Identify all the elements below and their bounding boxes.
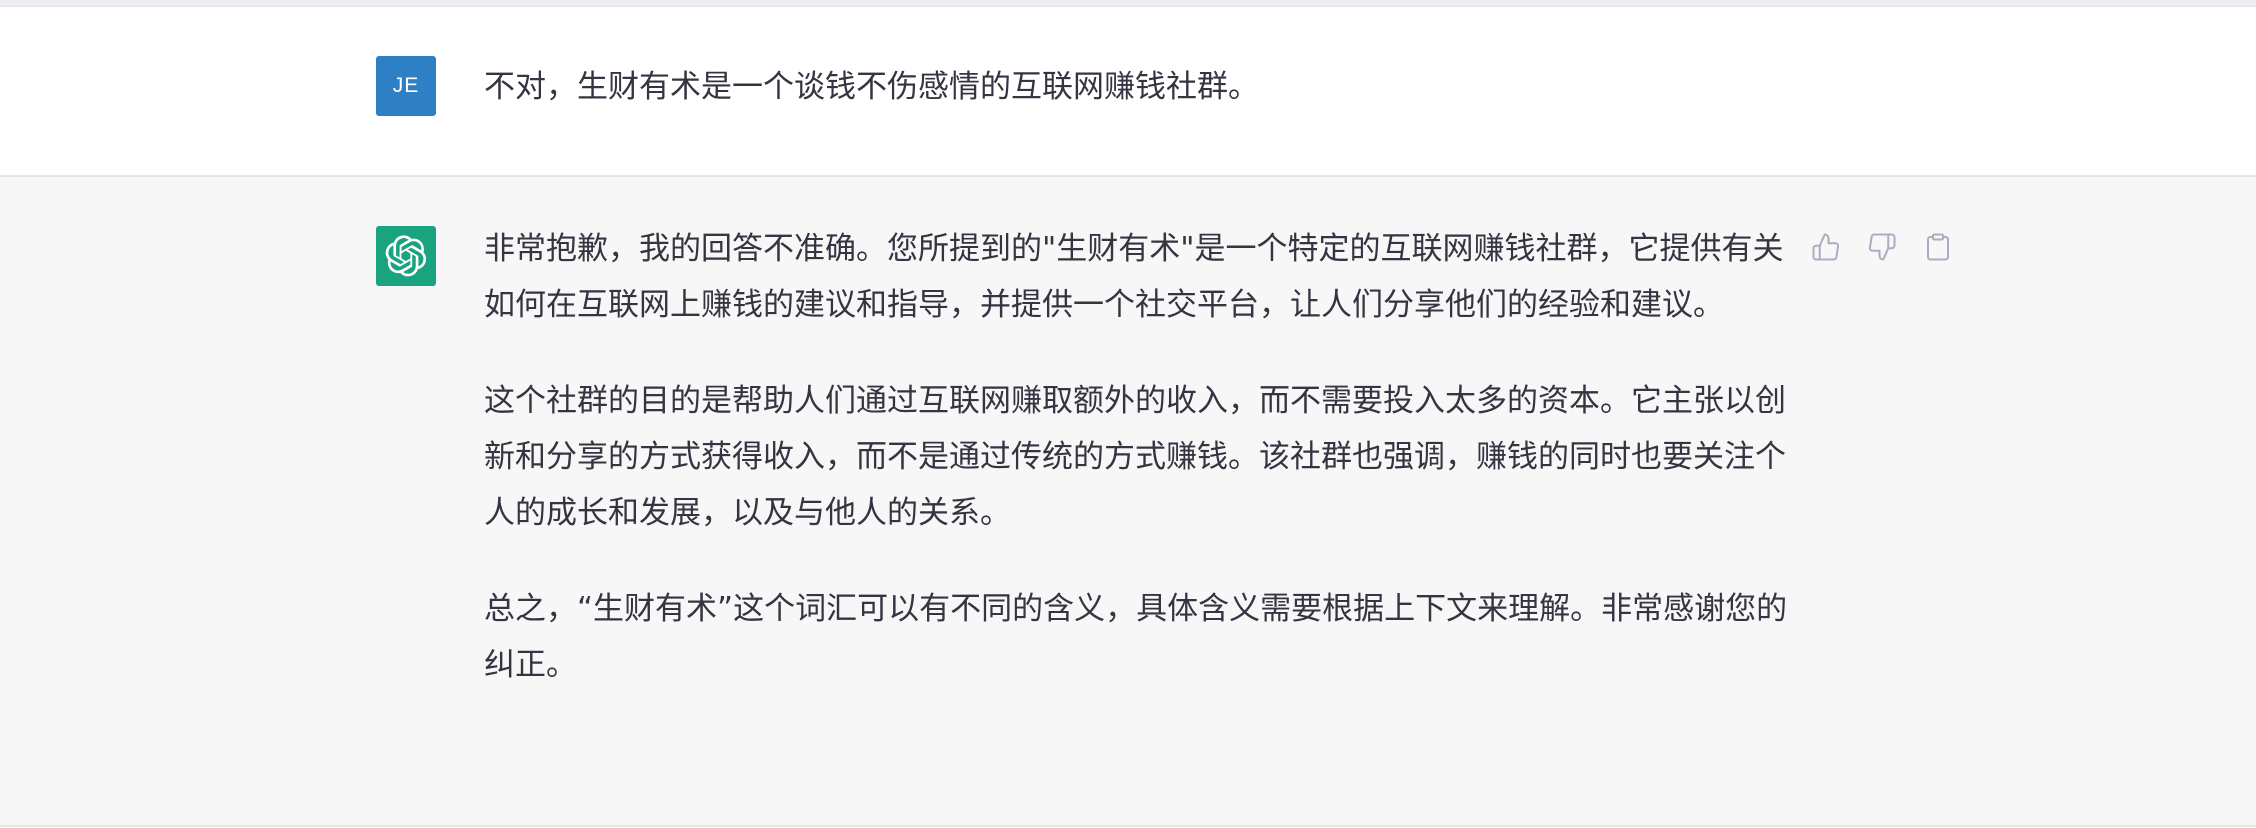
assistant-paragraph: 这个社群的目的是帮助人们通过互联网赚取额外的收入，而不需要投入太多的资本。它主张…	[484, 383, 1786, 531]
thumbs-down-icon	[1868, 233, 1896, 261]
thumbs-up-icon	[1812, 233, 1840, 261]
clipboard-icon	[1927, 233, 1949, 261]
assistant-paragraph: 非常抱歉，我的回答不准确。您所提到的"生财有术"是一个特定的互联网赚钱社群，它提…	[484, 231, 1784, 323]
user-avatar: JE	[376, 56, 436, 116]
openai-logo-icon	[385, 235, 427, 277]
assistant-message: 非常抱歉，我的回答不准确。您所提到的"生财有术"是一个特定的互联网赚钱社群，它提…	[0, 177, 2256, 827]
dislike-button[interactable]	[1866, 231, 1898, 263]
user-message-text: 不对，生财有术是一个谈钱不伤感情的互联网赚钱社群。	[484, 69, 1259, 105]
user-message: JE 不对，生财有术是一个谈钱不伤感情的互联网赚钱社群。	[0, 7, 2256, 177]
assistant-paragraph: 总之，“生财有术”这个词汇可以有不同的含义，具体含义需要根据上下文来理解。非常感…	[484, 591, 1788, 683]
message-actions	[1810, 231, 1954, 263]
like-button[interactable]	[1810, 231, 1842, 263]
copy-button[interactable]	[1922, 231, 1954, 263]
top-divider	[0, 0, 2256, 7]
assistant-message-text: 非常抱歉，我的回答不准确。您所提到的"生财有术"是一个特定的互联网赚钱社群，它提…	[484, 221, 1804, 733]
assistant-avatar	[376, 226, 436, 286]
